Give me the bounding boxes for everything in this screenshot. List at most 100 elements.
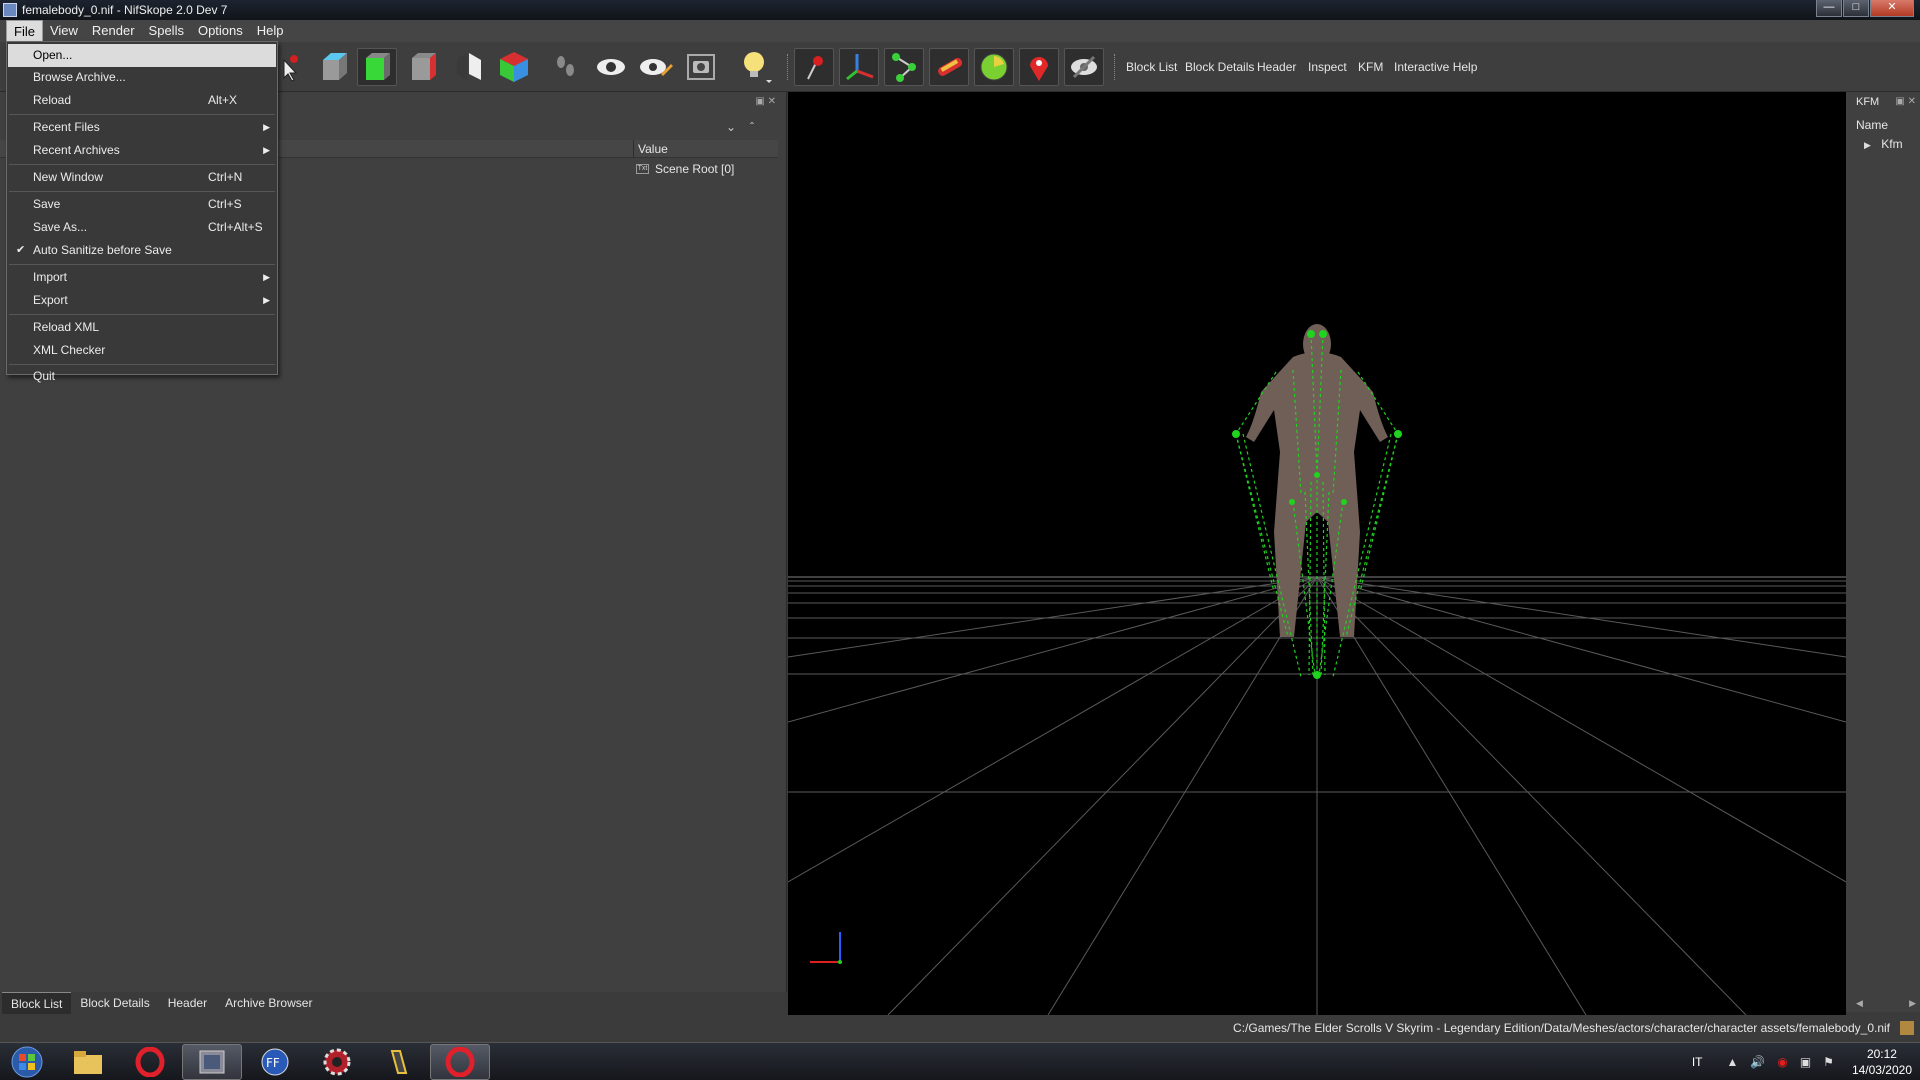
view-flip-icon[interactable] bbox=[448, 48, 488, 86]
language-indicator[interactable]: IT bbox=[1692, 1055, 1703, 1069]
value-column-header[interactable]: Value bbox=[633, 140, 668, 158]
view-top-cube-icon[interactable] bbox=[314, 48, 354, 86]
menu-spells[interactable]: Spells bbox=[142, 20, 191, 42]
kfm-name-header[interactable]: Name bbox=[1856, 118, 1888, 132]
hide-eye-icon[interactable] bbox=[1064, 48, 1104, 86]
menu-item-xml-checker[interactable]: XML Checker bbox=[8, 339, 276, 362]
walk-mode-icon[interactable] bbox=[546, 48, 586, 86]
menu-file[interactable]: File bbox=[6, 20, 43, 42]
nifskope-taskbar-icon[interactable] bbox=[182, 1044, 242, 1080]
maximize-button[interactable]: □ bbox=[1843, 0, 1869, 17]
menu-item-save-as[interactable]: Save As... Ctrl+Alt+S bbox=[8, 216, 276, 239]
dock-float-close-buttons[interactable]: ▣ ✕ bbox=[755, 96, 776, 107]
antivirus-icon[interactable]: ◉ bbox=[1777, 1055, 1787, 1069]
folder-icon[interactable] bbox=[1900, 1021, 1914, 1035]
menu-item-open[interactable]: Open... bbox=[8, 44, 276, 67]
menu-options[interactable]: Options bbox=[191, 20, 250, 42]
network-icon[interactable]: ▣ bbox=[1800, 1055, 1811, 1069]
volume-icon[interactable]: 🔊 bbox=[1750, 1055, 1765, 1069]
toggle-inspect[interactable]: Inspect bbox=[1304, 42, 1351, 92]
close-button[interactable]: ✕ bbox=[1870, 0, 1914, 17]
svg-text:FF: FF bbox=[266, 1056, 280, 1070]
file-menu-dropdown: Open... Browse Archive... Reload Alt+X R… bbox=[6, 41, 278, 383]
view-side-cube-icon[interactable] bbox=[403, 48, 443, 86]
show-axes-pin-icon[interactable] bbox=[794, 48, 834, 86]
toggle-interactive-help[interactable]: Interactive Help bbox=[1390, 42, 1481, 92]
minimize-button[interactable]: — bbox=[1816, 0, 1842, 17]
show-constraints-icon[interactable] bbox=[974, 48, 1014, 86]
ffdec-icon[interactable]: FF bbox=[245, 1044, 305, 1080]
list-item[interactable]: ▶ Kfm bbox=[1864, 137, 1903, 151]
toggle-header[interactable]: Header bbox=[1253, 42, 1300, 92]
menu-item-import[interactable]: Import ▶ bbox=[8, 266, 276, 289]
tray-expand-icon[interactable]: ▲ bbox=[1727, 1055, 1739, 1069]
menu-item-browse-archive[interactable]: Browse Archive... bbox=[8, 66, 276, 89]
menu-separator bbox=[9, 164, 275, 165]
bottom-tab-bar: Block List Block Details Header Archive … bbox=[0, 992, 787, 1014]
menu-item-recent-files[interactable]: Recent Files ▶ bbox=[8, 116, 276, 139]
menu-separator bbox=[9, 314, 275, 315]
menu-separator bbox=[9, 264, 275, 265]
menu-view[interactable]: View bbox=[43, 20, 85, 42]
action-center-flag-icon[interactable]: ⚑ bbox=[1823, 1055, 1834, 1069]
expand-arrow-icon[interactable]: ▶ bbox=[1864, 140, 1871, 151]
menu-separator bbox=[9, 191, 275, 192]
menu-help[interactable]: Help bbox=[250, 20, 291, 42]
clock[interactable]: 20:12 14/03/2020 bbox=[1852, 1046, 1912, 1078]
show-skeleton-icon[interactable] bbox=[884, 48, 924, 86]
kfm-panel: KFM ▣ ✕ Name ▶ Kfm ◀ ▶ bbox=[1846, 92, 1920, 1012]
menu-item-new-window[interactable]: New Window Ctrl+N bbox=[8, 166, 276, 189]
show-axes-gizmo-icon[interactable] bbox=[839, 48, 879, 86]
menu-bar: File View Render Spells Options Help bbox=[0, 20, 1920, 42]
toggle-block-list[interactable]: Block List bbox=[1122, 42, 1181, 92]
windows-taskbar: FF IT ▲ 🔊 ◉ ▣ ⚑ 20:12 14/03/2020 bbox=[0, 1042, 1920, 1080]
view-user-cube-icon[interactable] bbox=[494, 48, 534, 86]
lighting-bulb-icon[interactable] bbox=[736, 48, 776, 86]
toggle-block-details[interactable]: Block Details bbox=[1181, 42, 1258, 92]
menu-item-recent-archives[interactable]: Recent Archives ▶ bbox=[8, 139, 276, 162]
show-hidden-eye-icon[interactable] bbox=[591, 48, 631, 86]
table-row[interactable]: Txt Scene Root [0] bbox=[636, 160, 734, 178]
tree-expand-collapse-icons[interactable]: ⌄ˆ bbox=[726, 120, 768, 134]
row-value: Scene Root [0] bbox=[655, 162, 735, 176]
menu-item-reload-xml[interactable]: Reload XML bbox=[8, 316, 276, 339]
gear-app-icon[interactable] bbox=[307, 1044, 367, 1080]
show-nodes-eye-icon[interactable] bbox=[636, 48, 676, 86]
submenu-arrow-icon: ▶ bbox=[263, 295, 270, 305]
kfm-panel-title: KFM bbox=[1856, 96, 1880, 108]
menu-item-export[interactable]: Export ▶ bbox=[8, 289, 276, 312]
view-front-cube-icon[interactable] bbox=[357, 48, 397, 86]
text-tag-icon: Txt bbox=[636, 164, 649, 174]
toolbar-separator bbox=[787, 54, 789, 80]
tab-block-details[interactable]: Block Details bbox=[71, 992, 158, 1014]
file-explorer-icon[interactable] bbox=[58, 1044, 118, 1080]
menu-item-auto-sanitize[interactable]: ✔ Auto Sanitize before Save bbox=[8, 239, 276, 262]
opera-browser-icon[interactable] bbox=[120, 1044, 180, 1080]
render-viewport[interactable] bbox=[788, 92, 1846, 1015]
clock-time: 20:12 bbox=[1866, 1047, 1897, 1061]
opera-running-icon[interactable] bbox=[430, 1044, 490, 1080]
screenshot-camera-icon[interactable] bbox=[681, 48, 721, 86]
horizontal-scrollbar[interactable]: ◀ ▶ bbox=[1856, 998, 1916, 1012]
shortcut-app-icon[interactable] bbox=[369, 1044, 429, 1080]
window-title: femalebody_0.nif - NifSkope 2.0 Dev 7 bbox=[22, 3, 228, 17]
tab-header[interactable]: Header bbox=[159, 992, 216, 1014]
menu-item-save[interactable]: Save Ctrl+S bbox=[8, 193, 276, 216]
app-icon bbox=[3, 3, 17, 17]
file-path: C:/Games/The Elder Scrolls V Skyrim - Le… bbox=[1233, 1021, 1890, 1035]
menu-item-reload[interactable]: Reload Alt+X bbox=[8, 89, 276, 112]
clock-date: 14/03/2020 bbox=[1851, 1063, 1912, 1077]
system-tray: IT ▲ 🔊 ◉ ▣ ⚑ 20:12 14/03/2020 bbox=[1692, 1043, 1912, 1080]
menu-item-quit[interactable]: Quit bbox=[8, 365, 276, 388]
show-markers-icon[interactable] bbox=[1019, 48, 1059, 86]
start-button-icon[interactable] bbox=[0, 1044, 54, 1080]
kfm-item-label: Kfm bbox=[1881, 137, 1903, 151]
menu-render[interactable]: Render bbox=[85, 20, 142, 42]
toggle-kfm[interactable]: KFM bbox=[1354, 42, 1387, 92]
tab-archive-browser[interactable]: Archive Browser bbox=[216, 992, 321, 1014]
menu-separator bbox=[9, 114, 275, 115]
tab-block-list[interactable]: Block List bbox=[2, 992, 72, 1014]
scene-render bbox=[788, 324, 1846, 1015]
show-collision-icon[interactable] bbox=[929, 48, 969, 86]
kfm-dock-buttons[interactable]: ▣ ✕ bbox=[1895, 96, 1916, 107]
